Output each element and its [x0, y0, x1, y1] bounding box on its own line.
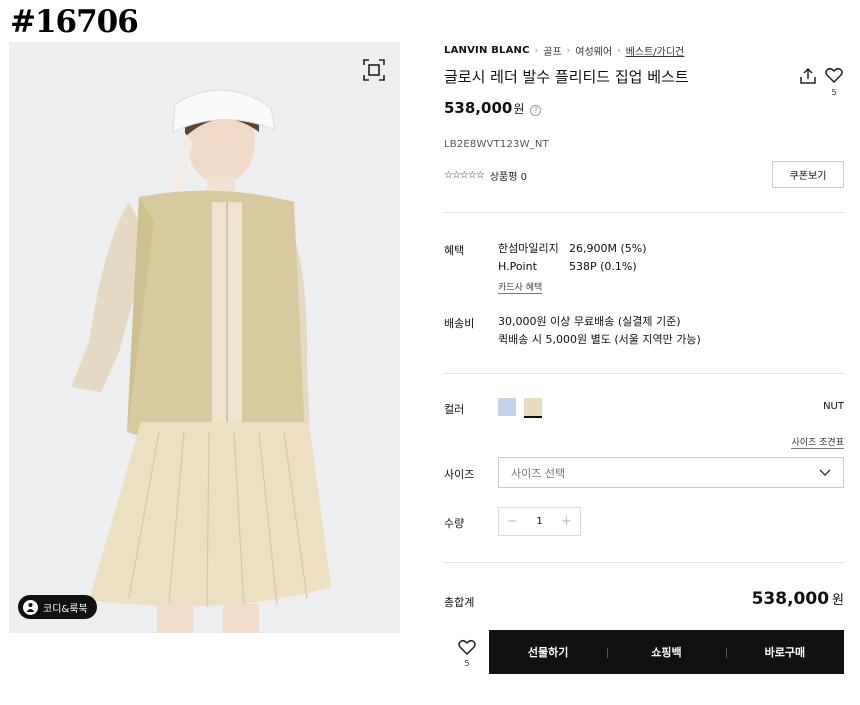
color-label: 컬러 — [444, 403, 465, 416]
shipping-info: 30,000원 이상 무료배송 (실결제 기준) 퀵배송 시 5,000원 별도… — [498, 313, 701, 349]
help-icon[interactable]: ? — [530, 105, 542, 116]
size-guide-link[interactable]: 사이즈 조견표 — [791, 435, 844, 449]
wishlist-bottom-button[interactable]: 5 — [458, 639, 476, 668]
selected-color-name: NUT — [823, 401, 844, 412]
product-code: LB2E8WVT123W_NT — [444, 139, 549, 150]
price-currency: 원 — [513, 102, 525, 116]
breadcrumb: LANVIN BLANC › 골프 › 여성웨어 › 베스트/가디건 — [444, 43, 684, 58]
color-swatches — [498, 398, 542, 418]
chevron-right-icon: › — [566, 45, 571, 56]
heart-icon — [825, 67, 843, 84]
product-title: 글로시 레더 발수 플리티드 집업 베스트 — [444, 68, 689, 86]
benefit-label: 혜택 — [444, 244, 465, 257]
divider — [444, 562, 844, 563]
color-swatch-blue[interactable] — [498, 398, 516, 416]
shipping-line-1: 30,000원 이상 무료배송 (실결제 기준) — [498, 315, 681, 328]
coupon-button[interactable]: 쿠폰보기 — [772, 161, 844, 188]
product-price: 538,000 원 ? — [444, 99, 542, 117]
quantity-minus-button[interactable]: − — [499, 514, 526, 529]
card-benefit-link[interactable]: 카드사 혜택 — [498, 280, 543, 294]
chevron-right-icon: › — [617, 45, 621, 56]
total-currency: 원 — [832, 593, 844, 608]
color-swatch-nut[interactable] — [524, 398, 542, 418]
quantity-value[interactable]: 1 — [526, 516, 553, 527]
benefit-row: 한섬마일리지 26,900M (5%) — [498, 240, 647, 258]
coordi-label: 코디&룩북 — [43, 603, 88, 615]
action-bar: 선물하기 쇼핑백 바로구매 — [489, 630, 844, 674]
divider — [444, 212, 844, 213]
benefit-value: 26,900M (5%) — [569, 242, 647, 255]
shipping-line-2: 퀵배송 시 5,000원 별도 (서울 지역만 가능) — [498, 333, 701, 346]
chevron-right-icon: › — [534, 45, 539, 56]
size-placeholder: 사이즈 선택 — [511, 466, 566, 480]
page-id-label: #16706 — [10, 4, 139, 40]
price-value: 538,000 — [444, 99, 513, 117]
benefit-list: 한섬마일리지 26,900M (5%) H.Point 538P (0.1%) — [498, 240, 647, 276]
size-select[interactable]: 사이즈 선택 — [498, 457, 844, 488]
divider — [444, 373, 844, 374]
wishlist-bottom-count: 5 — [464, 659, 470, 668]
benefit-name: H.Point — [498, 260, 537, 273]
expand-icon[interactable] — [362, 58, 386, 82]
shipping-label: 배송비 — [444, 317, 475, 330]
breadcrumb-item-golf[interactable]: 골프 — [543, 43, 561, 58]
review-count[interactable]: 상품평 0 — [490, 168, 527, 183]
buy-now-button[interactable]: 바로구매 — [725, 630, 844, 674]
breadcrumb-item-vest[interactable]: 베스트/가디건 — [626, 43, 685, 58]
wishlist-count: 5 — [831, 88, 837, 97]
chevron-down-icon — [819, 469, 831, 476]
total-price: 538,000 원 — [752, 589, 844, 609]
share-icon[interactable] — [799, 67, 817, 85]
person-icon — [23, 599, 38, 615]
product-photo — [9, 42, 400, 633]
breadcrumb-brand[interactable]: LANVIN BLANC — [444, 45, 530, 56]
shopping-bag-button[interactable]: 쇼핑백 — [607, 630, 725, 674]
wishlist-button[interactable]: 5 — [825, 67, 843, 97]
gift-button[interactable]: 선물하기 — [489, 630, 607, 674]
quantity-label: 수량 — [444, 517, 465, 530]
rating: ☆☆☆☆☆ 상품평 0 — [444, 168, 527, 183]
benefit-value: 538P (0.1%) — [569, 260, 637, 273]
benefit-row: H.Point 538P (0.1%) — [498, 258, 647, 276]
quantity-plus-button[interactable]: + — [553, 514, 580, 529]
star-rating-icon: ☆☆☆☆☆ — [444, 170, 485, 181]
product-image[interactable]: 코디&룩북 — [9, 42, 400, 633]
size-label: 사이즈 — [444, 468, 475, 481]
benefit-name: 한섬마일리지 — [498, 242, 559, 255]
quantity-stepper: − 1 + — [498, 507, 581, 536]
heart-icon — [458, 639, 476, 656]
breadcrumb-item-womens[interactable]: 여성웨어 — [575, 43, 612, 58]
coordi-lookbook-button[interactable]: 코디&룩북 — [18, 595, 97, 619]
total-amount: 538,000 — [751, 589, 830, 609]
total-label: 총합계 — [444, 596, 475, 609]
